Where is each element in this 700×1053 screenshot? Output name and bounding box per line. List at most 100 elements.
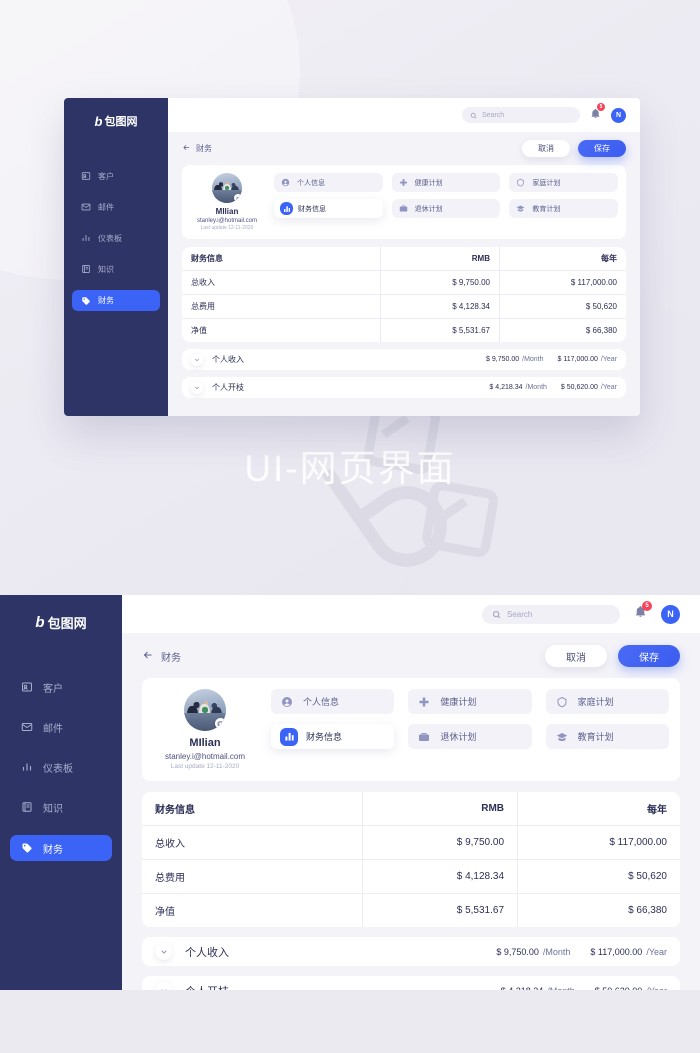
month-unit: /Month [525, 384, 547, 391]
year-unit: /Year [600, 384, 617, 391]
option-label: 个人信息 [297, 179, 325, 187]
search-placeholder: Search [482, 111, 505, 119]
table-header-cell: 每年 [499, 247, 626, 271]
notification-badge: 5 [597, 103, 605, 111]
chevron-down-icon[interactable] [191, 381, 203, 394]
poster-canvas: UI-网页界面 b 包图网 客户 邮件 仪表板 知识 财务 Search 5 N… [0, 0, 700, 1053]
row-year: $ 66,380 [517, 893, 680, 927]
table-row: 总费用 $ 4,128.34 $ 50,620 [182, 294, 626, 319]
option-health-plan[interactable]: 健康计划 [408, 689, 532, 714]
breadcrumb[interactable]: 财务 [182, 143, 212, 154]
chevron-down-icon[interactable] [155, 943, 172, 960]
cancel-button[interactable]: 取消 [522, 140, 570, 157]
sidebar-item-caiwu[interactable]: 财务 [10, 835, 112, 861]
option-label: 个人信息 [303, 697, 340, 707]
main-content: Search 5 N 财务 取消 保存 MIlian stanley.i@hot… [168, 98, 640, 416]
arrow-left-icon[interactable] [142, 649, 154, 664]
sidebar-item-zhishi[interactable]: 知识 [10, 795, 112, 819]
row-label: 净值 [191, 326, 207, 335]
row-year: $ 66,380 [499, 318, 626, 342]
expandable-row-expense[interactable]: 个人开枝 $ 4,218.34 /Month $ 50,620.00 /Year [182, 377, 626, 398]
home-shield-icon [555, 695, 569, 709]
envelope-icon [19, 721, 35, 733]
option-education-plan[interactable]: 教育计划 [509, 199, 618, 218]
cancel-button[interactable]: 取消 [545, 645, 607, 667]
sidebar: b 包图网 客户 邮件 仪表板 知识 财务 [64, 98, 168, 416]
sidebar-nav: 客户 邮件 仪表板 知识 财务 [0, 675, 122, 861]
sidebar-item-yibiaoban[interactable]: 仪表板 [10, 755, 112, 779]
option-finance-info[interactable]: 财务信息 [274, 199, 383, 218]
camera-icon[interactable] [215, 718, 226, 729]
expandable-row-income[interactable]: 个人收入 $ 9,750.00 /Month $ 117,000.00 /Yea… [142, 937, 680, 966]
option-finance-info[interactable]: 财务信息 [271, 724, 395, 749]
chevron-down-icon[interactable] [191, 353, 203, 366]
table-header-row: 财务信息 RMB 每年 [182, 247, 626, 271]
option-label: 健康计划 [440, 697, 477, 707]
sidebar-item-label: 仪表板 [98, 233, 122, 243]
save-button[interactable]: 保存 [618, 645, 680, 667]
arrow-left-icon[interactable] [182, 143, 191, 154]
expandable-label: 个人开枝 [212, 383, 244, 392]
option-retirement-plan[interactable]: 退休计划 [391, 199, 501, 218]
bar-chart-icon [280, 202, 293, 215]
table-header-cell: 财务信息 [182, 247, 381, 271]
contact-card-icon [19, 681, 35, 693]
app-window-detail: b 包图网 客户 邮件 仪表板 知识 财务 Search 5 N 财务 取消 保… [0, 595, 700, 990]
breadcrumb-label: 财务 [196, 144, 212, 153]
row-year: $ 117,000.00 [499, 270, 626, 295]
briefcase-icon [417, 730, 431, 744]
option-personal-info[interactable]: 个人信息 [274, 173, 383, 192]
profile-avatar[interactable] [184, 689, 226, 731]
option-education-plan[interactable]: 教育计划 [545, 724, 669, 749]
app-window-preview: b 包图网 客户 邮件 仪表板 知识 财务 Search 5 N 财务 取消 保… [64, 98, 640, 416]
notifications-button[interactable]: 5 [590, 103, 605, 124]
save-button[interactable]: 保存 [578, 140, 626, 157]
option-retirement-plan[interactable]: 退休计划 [408, 724, 532, 749]
table-row: 总收入 $ 9,750.00 $ 117,000.00 [142, 825, 680, 860]
sidebar-item-zhishi[interactable]: 知识 [72, 259, 160, 279]
option-health-plan[interactable]: 健康计划 [391, 173, 501, 192]
sidebar-item-kehu[interactable]: 客户 [10, 675, 112, 699]
sidebar-item-label: 客户 [98, 171, 114, 181]
action-buttons: 取消 保存 [522, 140, 626, 157]
search-input[interactable]: Search [462, 107, 580, 123]
chevron-down-icon[interactable] [155, 982, 172, 990]
table-row: 总费用 $ 4,128.34 $ 50,620 [142, 859, 680, 894]
profile-avatar[interactable] [212, 173, 242, 203]
breadcrumb[interactable]: 财务 [142, 649, 181, 664]
book-icon [79, 264, 92, 274]
expandable-row-income[interactable]: 个人收入 $ 9,750.00 /Month $ 117,000.00 /Yea… [182, 349, 626, 370]
year-unit: /Year [646, 946, 667, 957]
tag-icon [19, 842, 35, 854]
sidebar-item-youjian[interactable]: 邮件 [72, 197, 160, 217]
year-unit: /Year [600, 356, 617, 363]
sidebar-item-yibiaoban[interactable]: 仪表板 [72, 228, 160, 248]
avatar[interactable]: N [611, 107, 626, 123]
option-personal-info[interactable]: 个人信息 [271, 689, 395, 714]
option-family-plan[interactable]: 家庭计划 [545, 689, 669, 714]
logo-mark: b [94, 113, 103, 129]
envelope-icon [79, 202, 92, 212]
row-rmb: $ 4,128.34 [362, 859, 518, 894]
notifications-button[interactable]: 5 [634, 601, 652, 623]
bar-chart-icon [79, 233, 92, 243]
month-value: $ 4,218.34 [501, 986, 544, 991]
year-value: $ 117,000.00 [590, 946, 643, 957]
camera-icon[interactable] [234, 194, 242, 202]
year-value: $ 117,000.00 [557, 356, 598, 363]
sidebar-item-label: 财务 [43, 844, 63, 856]
sidebar-item-caiwu[interactable]: 财务 [72, 290, 160, 311]
expandable-row-expense[interactable]: 个人开枝 $ 4,218.34 /Month $ 50,620.00 /Year [142, 976, 680, 990]
notification-badge: 5 [642, 601, 652, 611]
row-rmb: $ 9,750.00 [380, 270, 500, 295]
row-label: 总费用 [142, 859, 363, 894]
topbar: Search 5 N [122, 595, 700, 633]
avatar[interactable]: N [661, 604, 680, 624]
month-unit: /Month [547, 986, 575, 991]
sidebar-item-youjian[interactable]: 邮件 [10, 715, 112, 739]
poster-title: UI-网页界面 [244, 448, 456, 489]
sidebar-item-kehu[interactable]: 客户 [72, 166, 160, 186]
row-year: $ 50,620 [499, 294, 626, 319]
option-family-plan[interactable]: 家庭计划 [509, 173, 618, 192]
search-input[interactable]: Search [482, 604, 620, 624]
